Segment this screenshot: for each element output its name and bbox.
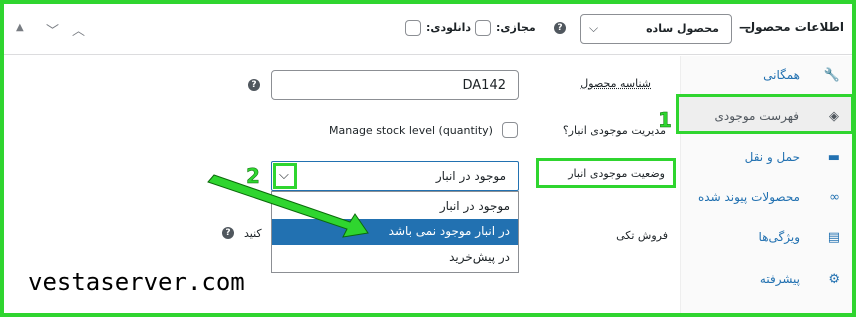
marker-1: 1 — [658, 108, 672, 133]
marker-2: 2 — [246, 164, 260, 189]
watermark: vestaserver.com — [28, 268, 245, 296]
